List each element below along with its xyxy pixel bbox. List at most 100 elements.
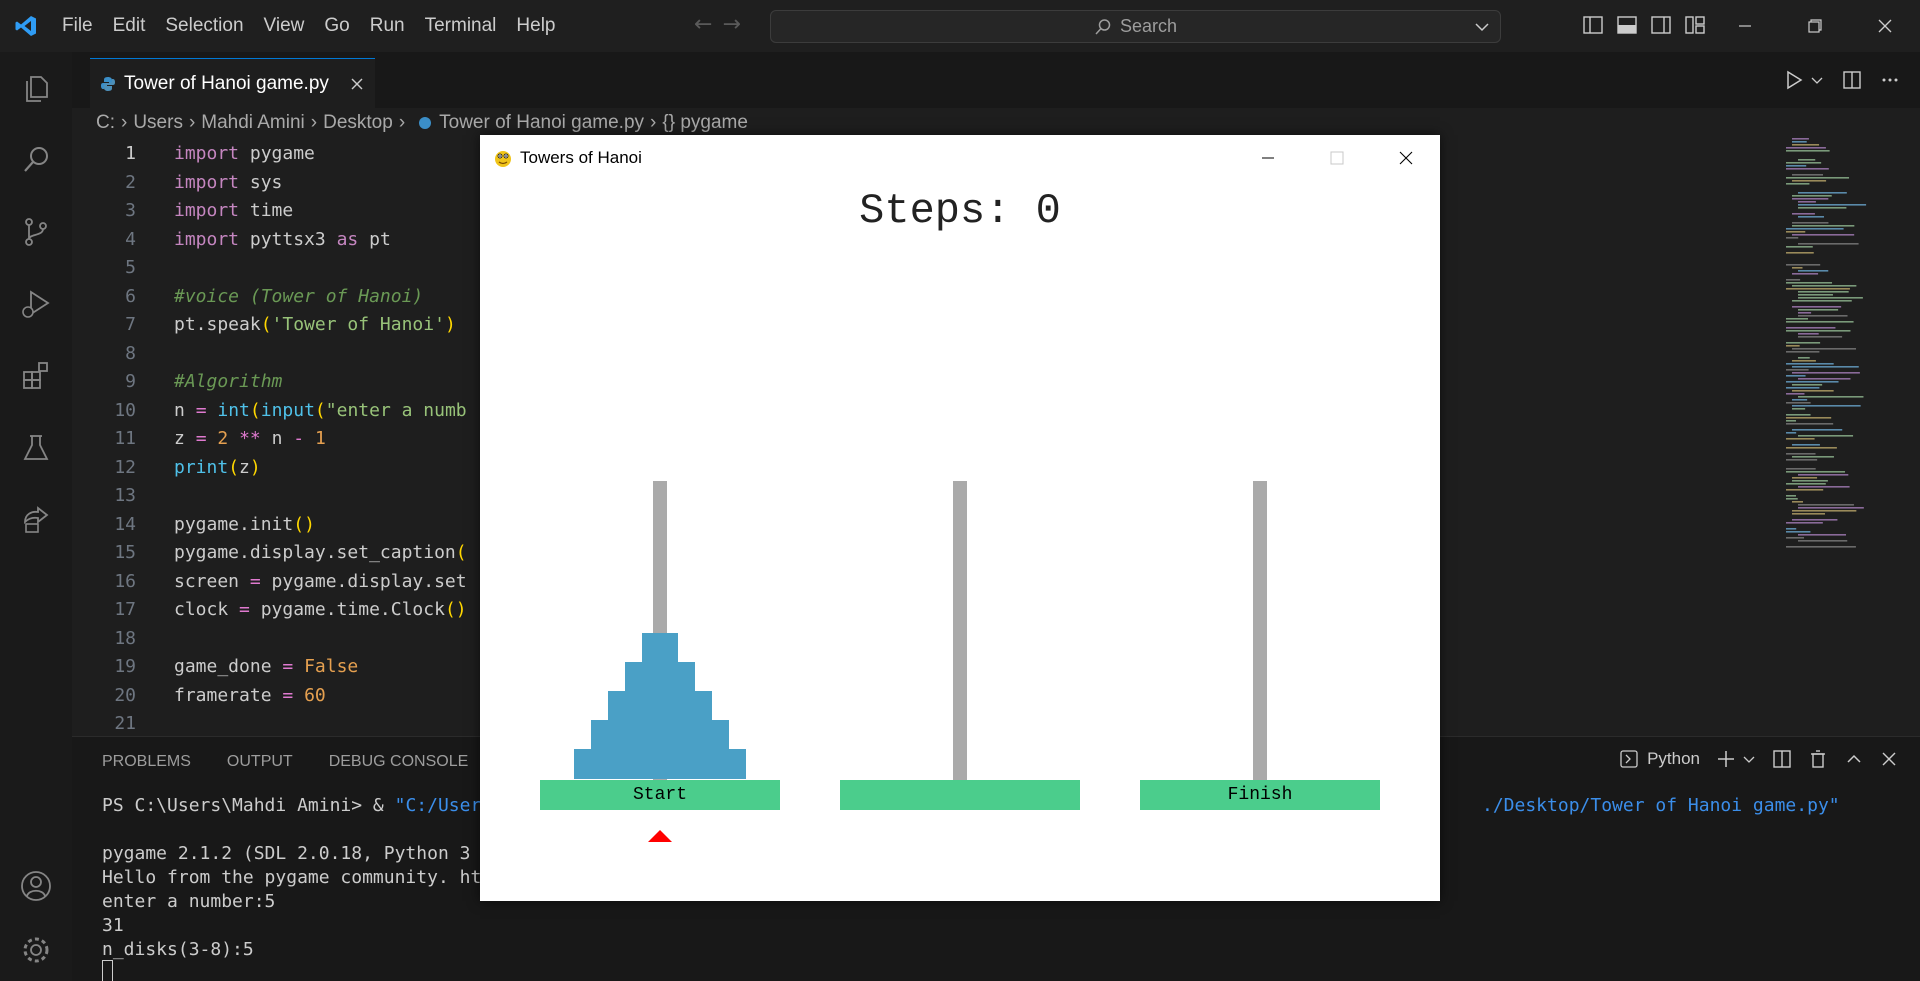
hanoi-base[interactable]: Start: [540, 780, 780, 810]
code-line[interactable]: 14 pygame.init(): [72, 511, 315, 540]
code-line[interactable]: 19 game_done = False: [72, 653, 358, 682]
pygame-close-button[interactable]: [1371, 135, 1440, 181]
new-terminal-plus-icon[interactable]: [1716, 749, 1736, 769]
close-button[interactable]: [1850, 0, 1920, 52]
breadcrumb-users[interactable]: Users: [133, 112, 183, 134]
hanoi-peg[interactable]: [1253, 481, 1267, 781]
menu-file[interactable]: File: [52, 9, 103, 43]
menu-help[interactable]: Help: [506, 9, 565, 43]
maximize-panel-chevron-up-icon[interactable]: [1844, 749, 1864, 769]
terminal-shell-label[interactable]: Python: [1647, 749, 1700, 769]
hanoi-peg[interactable]: [953, 481, 967, 781]
code-line[interactable]: 17 clock = pygame.time.Clock(): [72, 596, 466, 625]
explorer-icon[interactable]: [14, 66, 58, 110]
restore-button[interactable]: [1780, 0, 1850, 52]
toggle-panel-icon[interactable]: [1616, 14, 1638, 36]
code-line[interactable]: 21: [72, 710, 136, 739]
breadcrumb-user[interactable]: Mahdi Amini: [201, 112, 305, 134]
close-panel-icon[interactable]: [1880, 750, 1898, 768]
code-line[interactable]: 13: [72, 482, 136, 511]
tab-problems[interactable]: PROBLEMS: [102, 753, 191, 771]
menu-go[interactable]: Go: [314, 9, 359, 43]
more-actions-icon[interactable]: [1880, 70, 1900, 90]
code-line[interactable]: 18: [72, 625, 136, 654]
extensions-icon[interactable]: [14, 354, 58, 398]
minimap-line: [1786, 381, 1839, 383]
code-line[interactable]: 20 framerate = 60: [72, 682, 325, 711]
code-line[interactable]: 9 #Algorithm: [72, 368, 282, 397]
close-tab-icon[interactable]: [349, 76, 365, 92]
minimap-line: [1792, 390, 1834, 392]
code-line[interactable]: 5: [72, 254, 136, 283]
testing-flask-icon[interactable]: [14, 426, 58, 470]
run-dropdown-chevron-icon[interactable]: [1810, 73, 1824, 87]
terminal-dropdown-chevron-icon[interactable]: [1742, 752, 1756, 766]
breadcrumb-drive[interactable]: C:: [96, 112, 115, 134]
kill-terminal-trash-icon[interactable]: [1808, 749, 1828, 769]
hanoi-base[interactable]: Finish: [1140, 780, 1380, 810]
tab-label: Tower of Hanoi game.py: [124, 72, 329, 94]
minimap-line: [1798, 297, 1863, 299]
forward-arrow-icon[interactable]: →: [722, 12, 740, 37]
code-line[interactable]: 11 z = 2 ** n - 1: [72, 425, 325, 454]
customize-layout-icon[interactable]: [1684, 14, 1706, 36]
pygame-snake-icon: [495, 151, 511, 167]
minimap-line: [1786, 282, 1833, 284]
minimap-line: [1786, 228, 1844, 230]
minimap-line: [1792, 399, 1808, 401]
breadcrumb-desktop[interactable]: Desktop: [323, 112, 393, 134]
minimap-line: [1798, 309, 1839, 311]
code-line[interactable]: 2 import sys: [72, 169, 282, 198]
accounts-icon[interactable]: [14, 864, 58, 908]
code-line[interactable]: 6 #voice (Tower of Hanoi): [72, 283, 423, 312]
menu-view[interactable]: View: [254, 9, 315, 43]
code-line[interactable]: 4 import pyttsx3 as pt: [72, 226, 391, 255]
minimap[interactable]: [1782, 138, 1902, 558]
search-icon[interactable]: [14, 138, 58, 182]
search-icon: [1095, 18, 1111, 35]
code-line[interactable]: 1 import pygame: [72, 140, 315, 169]
minimap-line: [1792, 348, 1857, 350]
split-editor-icon[interactable]: [1842, 70, 1862, 90]
menu-edit[interactable]: Edit: [103, 9, 156, 43]
code-line[interactable]: 10 n = int(input("enter a numb: [72, 397, 466, 426]
menu-terminal[interactable]: Terminal: [415, 9, 507, 43]
tab-debug-console[interactable]: DEBUG CONSOLE: [329, 753, 469, 771]
minimap-line: [1792, 513, 1826, 515]
back-arrow-icon[interactable]: ←: [694, 12, 712, 37]
toggle-secondary-sidebar-icon[interactable]: [1650, 14, 1672, 36]
breadcrumb-symbol[interactable]: {} pygame: [662, 112, 748, 134]
command-center-search[interactable]: Search: [770, 10, 1501, 43]
run-python-file-icon[interactable]: [1784, 70, 1804, 90]
tab-tower-of-hanoi[interactable]: Tower of Hanoi game.py: [90, 58, 375, 108]
run-and-debug-icon[interactable]: [14, 282, 58, 326]
minimap-line: [1786, 402, 1811, 404]
code-line[interactable]: 7 pt.speak('Tower of Hanoi'): [72, 311, 456, 340]
manage-gear-icon[interactable]: [14, 928, 58, 972]
minimap-line: [1786, 417, 1832, 419]
code-line[interactable]: 12 print(z): [72, 454, 260, 483]
hanoi-base[interactable]: [840, 780, 1080, 810]
code-line[interactable]: 16 screen = pygame.display.set: [72, 568, 466, 597]
tab-output[interactable]: OUTPUT: [227, 753, 293, 771]
pygame-minimize-button[interactable]: [1233, 135, 1302, 181]
minimap-line: [1792, 477, 1818, 479]
menu-selection[interactable]: Selection: [155, 9, 253, 43]
breadcrumb-file[interactable]: Tower of Hanoi game.py: [439, 112, 644, 134]
remote-explorer-icon[interactable]: [14, 498, 58, 542]
minimap-line: [1798, 333, 1819, 335]
source-control-icon[interactable]: [14, 210, 58, 254]
toggle-primary-sidebar-icon[interactable]: [1582, 14, 1604, 36]
minimize-button[interactable]: [1710, 0, 1780, 52]
minimap-line: [1798, 396, 1864, 398]
menu-run[interactable]: Run: [360, 9, 415, 43]
code-text: clock = pygame.time.Clock(): [174, 599, 467, 620]
code-line[interactable]: 3 import time: [72, 197, 293, 226]
code-text: import sys: [174, 171, 283, 193]
code-line[interactable]: 8: [72, 340, 136, 369]
code-text: framerate = 60: [174, 684, 326, 706]
code-line[interactable]: 15 pygame.display.set_caption(: [72, 539, 466, 568]
split-terminal-icon[interactable]: [1772, 749, 1792, 769]
chevron-down-icon[interactable]: [1472, 17, 1492, 37]
minimap-line: [1786, 531, 1811, 533]
